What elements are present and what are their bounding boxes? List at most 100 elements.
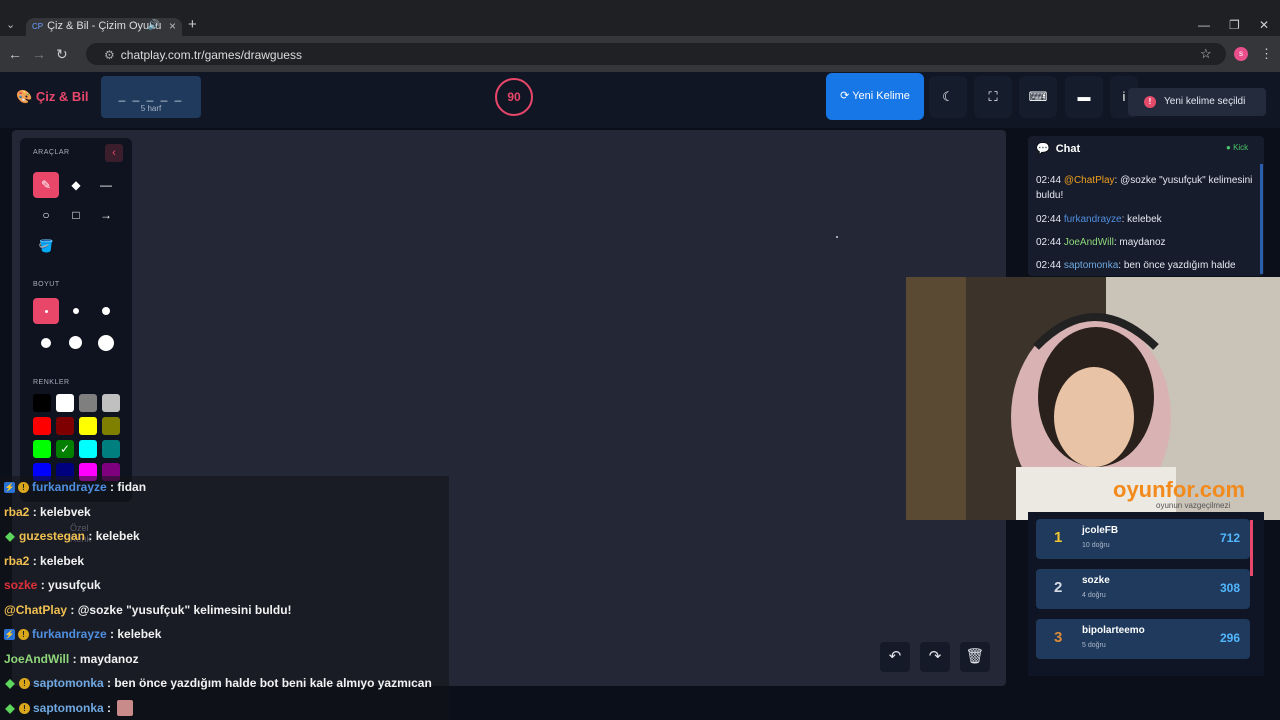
circle-tool[interactable]: ○ <box>33 202 59 228</box>
stream-chat-text: : kelebvek <box>32 504 91 519</box>
size-option-3[interactable] <box>102 307 110 315</box>
stream-chat-line: rba2 : kelebvek <box>4 500 91 524</box>
undo-icon: ↶ <box>888 648 902 665</box>
maximize-icon[interactable]: ❐ <box>1229 18 1240 32</box>
browser-tab[interactable]: CP Çiz & Bil - Çizim Oyunu 🔊 × <box>26 18 182 36</box>
clear-canvas-button[interactable]: 🗑 <box>960 642 990 672</box>
size-option-6[interactable] <box>98 335 114 351</box>
forward-icon[interactable]: → <box>32 46 46 62</box>
chat-time: 02:44 <box>1036 214 1064 225</box>
leaderboard-points: 296 <box>1219 631 1240 645</box>
undo-button[interactable]: ↶ <box>880 642 910 672</box>
chat-username[interactable]: @ChatPlay <box>1064 175 1115 186</box>
chat-username[interactable]: furkandrayze <box>1064 214 1122 225</box>
stream-chat-text: : kelebek <box>88 529 140 543</box>
leaderboard-points: 712 <box>1219 531 1240 545</box>
keyboard-button[interactable]: ⌨ <box>1019 76 1057 118</box>
keyboard-icon: ⌨ <box>1028 89 1048 104</box>
chat-scrollbar[interactable] <box>1260 164 1263 274</box>
fill-tool[interactable]: 🪣 <box>33 233 59 259</box>
new-word-button[interactable]: ⟳ Yeni Kelime <box>826 73 924 120</box>
color-swatch[interactable] <box>56 394 74 412</box>
collapse-panel-button[interactable]: ‹ <box>105 144 123 162</box>
browser-menu-icon[interactable]: ⋮ <box>1260 46 1273 62</box>
size-option-2[interactable] <box>73 308 79 314</box>
tab-title: Çiz & Bil - Çizim Oyunu <box>47 20 162 32</box>
canvas-stroke <box>836 236 838 238</box>
chat-text: : kelebek <box>1121 214 1162 225</box>
gold-badge-icon: ! <box>18 629 29 641</box>
word-letter-count: 5 harf <box>140 104 162 113</box>
color-swatch[interactable] <box>102 440 120 458</box>
audio-icon[interactable]: 🔊 <box>148 20 160 31</box>
rectangle-tool[interactable]: □ <box>63 202 89 228</box>
stream-chat-line: ◆! saptomonka : ben önce yazdığım halde b… <box>4 671 431 695</box>
bookmark-star-icon[interactable]: ☆ <box>1200 46 1212 62</box>
chevron-left-icon: ‹ <box>112 147 116 159</box>
stream-chat-username: furkandrayze <box>32 480 111 494</box>
fullscreen-button[interactable]: ⛶ <box>974 76 1012 118</box>
color-swatch[interactable] <box>79 417 97 435</box>
line-icon: — <box>100 178 112 192</box>
stream-chat-username: rba2 <box>4 504 33 519</box>
color-swatch[interactable] <box>79 440 97 458</box>
dark-mode-toggle[interactable]: ☾ <box>929 76 967 118</box>
size-label: BOYUT <box>33 281 60 288</box>
color-swatch[interactable] <box>56 417 74 435</box>
chat-panel <box>1028 136 1264 276</box>
stream-chat-line: sozke : yusufçuk <box>4 573 101 597</box>
color-swatch[interactable] <box>33 440 51 458</box>
stream-chat-text: : @sozke "yusufçuk" kelimesini buldu! <box>70 602 292 617</box>
green-badge-icon: ◆ <box>5 676 15 691</box>
arrow-tool[interactable]: → <box>93 202 119 228</box>
size-option-5[interactable] <box>69 336 82 349</box>
toast-notification: ! Yeni kelime seçildi <box>1128 88 1266 116</box>
paint-bucket-icon: 🪣 <box>38 239 54 253</box>
chat-username[interactable]: JoeAndWill <box>1064 237 1114 248</box>
chat-time: 02:44 <box>1036 175 1064 186</box>
eraser-icon: ◆ <box>71 178 81 192</box>
back-icon[interactable]: ← <box>8 46 22 62</box>
leaderboard-scrollbar[interactable] <box>1250 520 1253 576</box>
new-tab-button[interactable]: + <box>188 16 197 33</box>
chat-username[interactable]: saptomonka <box>1064 260 1118 271</box>
stream-chat-line: ⚡! furkandrayze : kelebek <box>4 622 161 646</box>
colors-label: RENKLER <box>33 379 70 386</box>
leaderboard-correct-count: 10 doğru <box>1082 542 1110 549</box>
url-field[interactable]: ⚙ chatplay.com.tr/games/drawguess <box>86 43 1226 65</box>
profile-avatar[interactable]: s <box>1234 47 1248 61</box>
app-logo-text: Çiz & Bil <box>35 89 89 104</box>
redo-button[interactable]: ↷ <box>920 642 950 672</box>
color-swatch[interactable] <box>79 394 97 412</box>
reload-icon[interactable]: ↻ <box>56 46 68 63</box>
moon-icon: ☾ <box>942 89 954 104</box>
size-option-1[interactable] <box>33 298 59 324</box>
site-info-icon[interactable]: ⚙ <box>104 48 115 62</box>
color-swatch[interactable]: ✓ <box>56 440 74 458</box>
leaderboard-name: bipolarteemo <box>1082 625 1145 636</box>
leaderboard-row: 3 bipolarteemo 5 doğru 296 <box>1036 619 1250 659</box>
brush-tool[interactable]: ✎ <box>33 172 59 198</box>
color-swatch[interactable] <box>33 417 51 435</box>
toast-text: Yeni kelime seçildi <box>1164 96 1246 107</box>
gold-badge-icon: ! <box>19 702 30 714</box>
line-tool[interactable]: — <box>93 172 119 198</box>
close-tab-icon[interactable]: × <box>169 19 176 33</box>
stream-chat-text: : <box>107 700 112 715</box>
color-swatch[interactable] <box>33 394 51 412</box>
close-window-icon[interactable]: ✕ <box>1259 18 1269 32</box>
leaderboard-rank: 3 <box>1054 629 1063 646</box>
alert-icon: ! <box>1144 96 1156 108</box>
color-swatch[interactable] <box>102 417 120 435</box>
tab-list-dropdown-icon[interactable]: ⌄ <box>6 18 22 34</box>
arrow-right-icon: → <box>100 208 112 222</box>
size-option-4[interactable] <box>41 338 51 348</box>
eraser-tool[interactable]: ◆ <box>63 172 89 198</box>
app-logo: 🎨 Çiz & Bil <box>16 89 89 105</box>
palette-icon: 🎨 <box>16 89 33 104</box>
minimize-icon[interactable]: — <box>1198 18 1210 32</box>
color-swatch[interactable] <box>102 394 120 412</box>
circle-icon: ○ <box>42 208 50 222</box>
archive-button[interactable]: ▬ <box>1065 76 1103 118</box>
chat-message: 02:44 furkandrayze: kelebek <box>1036 212 1258 227</box>
